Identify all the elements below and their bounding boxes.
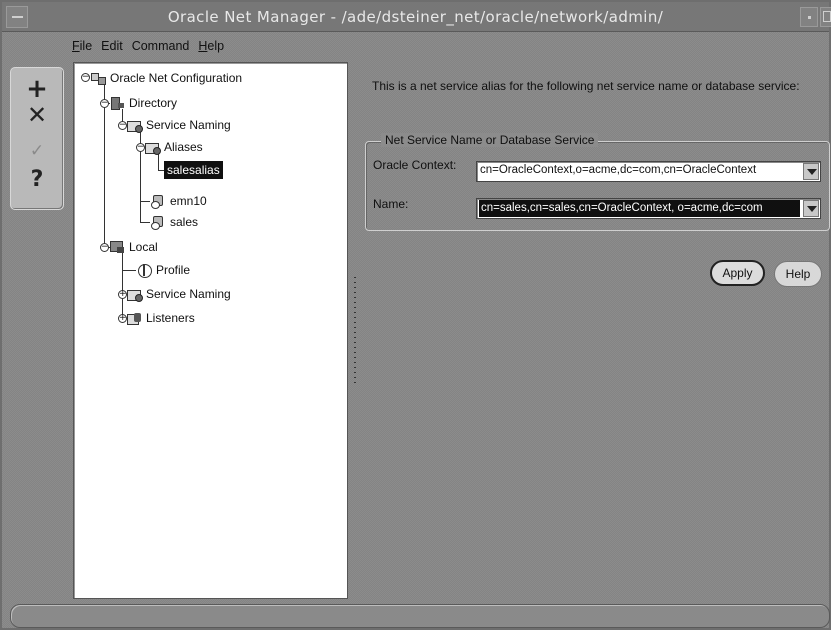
tree-node-label-selected: salesalias bbox=[164, 161, 223, 179]
name-label: Name: bbox=[373, 197, 409, 211]
help-button[interactable]: Help bbox=[774, 261, 822, 287]
minimize-button[interactable] bbox=[800, 7, 818, 27]
service-naming-folder-icon bbox=[126, 118, 143, 133]
delete-x-icon[interactable]: ✕ bbox=[11, 100, 63, 130]
navigator-tree[interactable]: − Oracle Net Configuration − Directory −… bbox=[73, 62, 348, 599]
alias-description: This is a net service alias for the foll… bbox=[372, 79, 800, 93]
menu-edit[interactable]: Edit bbox=[101, 39, 123, 57]
network-config-icon bbox=[90, 71, 106, 85]
minimize-icon bbox=[808, 16, 811, 19]
tree-node-profile[interactable]: Profile bbox=[136, 261, 192, 279]
aliases-folder-icon bbox=[144, 140, 161, 155]
tree-node-label: Service Naming bbox=[146, 287, 231, 301]
collapse-local-toggle[interactable]: − bbox=[100, 243, 109, 252]
oracle-context-combobox[interactable]: cn=OracleContext,o=acme,dc=com,cn=Oracle… bbox=[476, 161, 821, 182]
panel-splitter[interactable] bbox=[354, 277, 356, 387]
tree-node-salesalias[interactable]: salesalias bbox=[164, 161, 223, 179]
tree-node-oracle-net-configuration[interactable]: Oracle Net Configuration bbox=[90, 69, 244, 87]
net-service-icon bbox=[150, 194, 166, 209]
tree-node-sales[interactable]: sales bbox=[150, 213, 200, 231]
menu-help[interactable]: Help bbox=[198, 39, 224, 57]
tree-node-label: Profile bbox=[156, 263, 191, 277]
service-naming-folder-icon bbox=[126, 287, 143, 302]
help-question-icon[interactable]: ? bbox=[11, 164, 63, 194]
dropdown-arrow-icon[interactable] bbox=[803, 163, 819, 180]
maximize-icon bbox=[823, 11, 831, 22]
tree-node-aliases[interactable]: Aliases bbox=[144, 138, 205, 156]
tree-node-label: Directory bbox=[129, 96, 178, 110]
tree-node-label: Oracle Net Configuration bbox=[110, 71, 243, 85]
groupbox-title: Net Service Name or Database Service bbox=[381, 133, 599, 147]
menu-bar: File Edit Command Help bbox=[72, 39, 233, 57]
toolbar: + ✕ ✓ ? bbox=[10, 67, 64, 210]
tree-node-label: Listeners bbox=[146, 311, 195, 325]
name-value: cn=sales,cn=sales,cn=OracleContext, o=ac… bbox=[479, 200, 800, 217]
collapse-directory-toggle[interactable]: − bbox=[100, 99, 109, 108]
tree-node-listeners[interactable]: Listeners bbox=[126, 309, 197, 327]
tree-node-label: emn10 bbox=[170, 194, 207, 208]
maximize-button[interactable] bbox=[820, 7, 831, 27]
dropdown-arrow-icon[interactable] bbox=[803, 200, 819, 217]
tree-lines bbox=[104, 85, 164, 319]
tree-node-directory[interactable]: Directory bbox=[109, 94, 179, 112]
title-bar[interactable]: Oracle Net Manager - /ade/dsteiner_net/o… bbox=[2, 2, 831, 32]
oracle-context-label: Oracle Context: bbox=[373, 158, 457, 172]
window-title: Oracle Net Manager - /ade/dsteiner_net/o… bbox=[167, 8, 664, 26]
tree-node-local[interactable]: Local bbox=[109, 238, 160, 256]
profile-globe-icon bbox=[136, 263, 152, 278]
tree-node-label: sales bbox=[170, 215, 199, 229]
name-combobox[interactable]: cn=sales,cn=sales,cn=OracleContext, o=ac… bbox=[476, 198, 821, 219]
test-check-icon[interactable]: ✓ bbox=[11, 136, 63, 166]
tree-node-dir-service-naming[interactable]: Service Naming bbox=[126, 116, 233, 134]
main-window: Oracle Net Manager - /ade/dsteiner_net/o… bbox=[0, 0, 831, 630]
oracle-context-value: cn=OracleContext,o=acme,dc=com,cn=Oracle… bbox=[480, 164, 757, 176]
apply-button[interactable]: Apply bbox=[710, 260, 765, 286]
menu-file[interactable]: File bbox=[72, 39, 92, 57]
tree-node-label: Aliases bbox=[164, 140, 203, 154]
menu-command[interactable]: Command bbox=[132, 39, 190, 57]
directory-server-icon bbox=[109, 96, 125, 110]
collapse-root-toggle[interactable]: − bbox=[81, 73, 90, 82]
local-computer-icon bbox=[109, 240, 125, 254]
tree-node-label: Local bbox=[129, 240, 158, 254]
tree-node-label: Service Naming bbox=[146, 118, 231, 132]
tree-node-local-service-naming[interactable]: Service Naming bbox=[126, 285, 233, 303]
tree-node-emn10[interactable]: emn10 bbox=[150, 192, 209, 210]
status-bar bbox=[10, 604, 830, 628]
listener-folder-icon bbox=[126, 311, 142, 325]
net-service-icon bbox=[150, 215, 166, 230]
